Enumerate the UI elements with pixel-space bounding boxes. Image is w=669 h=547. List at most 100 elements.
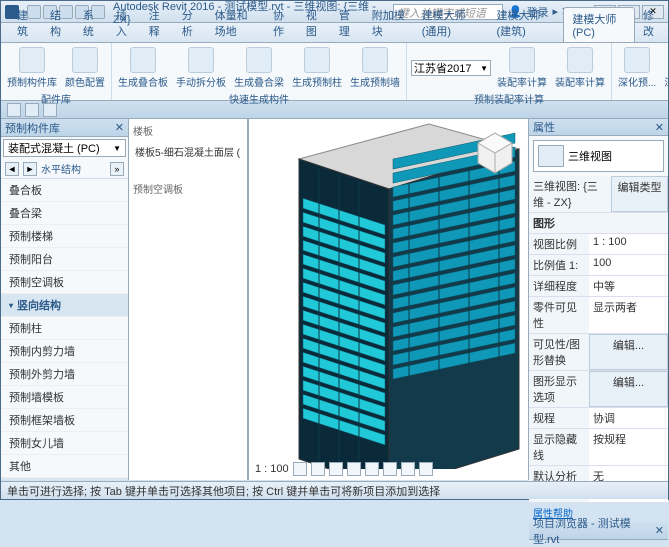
vc-lock-icon[interactable] bbox=[401, 462, 415, 476]
prop-value[interactable]: 显示两者 bbox=[589, 297, 668, 333]
tree-item[interactable]: 叠合梁 bbox=[1, 202, 128, 225]
opt-icon[interactable] bbox=[7, 103, 21, 117]
prop-value[interactable]: 按规程 bbox=[589, 429, 668, 465]
tree-item[interactable]: 预制柱 bbox=[1, 317, 128, 340]
prop-key: 详细程度 bbox=[529, 276, 589, 296]
nav-expand-icon[interactable]: » bbox=[110, 162, 124, 176]
group-label: 快速生成构件 bbox=[229, 91, 289, 106]
vc-style-icon[interactable] bbox=[311, 462, 325, 476]
prop-key: 可见性/图形替换 bbox=[529, 334, 589, 370]
tab-annotate[interactable]: 注释 bbox=[141, 4, 174, 42]
property-row: 零件可见性显示两者 bbox=[529, 297, 668, 334]
tab-structure[interactable]: 结构 bbox=[42, 4, 75, 42]
properties-header: 属性 ✕ bbox=[529, 119, 668, 136]
btn-gen-wall[interactable]: 生成预制墙 bbox=[348, 45, 402, 91]
vc-sun-icon[interactable] bbox=[329, 462, 343, 476]
property-row: 可见性/图形替换编辑... bbox=[529, 334, 668, 371]
ribbon-group-generate: 生成叠合板 手动拆分板 生成叠合梁 生成预制柱 生成预制墙 快速生成构件 bbox=[112, 43, 407, 100]
viewport[interactable]: 1 : 100 bbox=[249, 119, 528, 480]
tab-analyze[interactable]: 分析 bbox=[174, 4, 207, 42]
prop-value[interactable]: 协调 bbox=[589, 408, 668, 428]
property-row: 比例值 1:100 bbox=[529, 255, 668, 276]
panel-title: 预制构件库 bbox=[5, 120, 60, 136]
tab-massing[interactable]: 体量和场地 bbox=[207, 4, 265, 42]
tab-master-arch[interactable]: 建模大师 (建筑) bbox=[489, 4, 564, 42]
panel-close-icon[interactable]: ✕ bbox=[115, 121, 124, 134]
nav-section: ◄ ► 水平结构 » bbox=[1, 159, 128, 179]
prop-value[interactable]: 1 : 100 bbox=[589, 234, 668, 254]
btn-calc-1[interactable]: 装配率计算 bbox=[495, 45, 549, 91]
preview-item[interactable]: 楼板5-细石混凝土面层 ( bbox=[133, 142, 243, 161]
tab-modify[interactable]: 修改 bbox=[635, 4, 668, 42]
prefab-tree: 叠合板叠合梁预制楼梯预制阳台预制空调板▾竖向结构预制柱预制内剪力墙预制外剪力墙预… bbox=[1, 179, 128, 480]
btn-gen-column[interactable]: 生成预制柱 bbox=[290, 45, 344, 91]
status-bar: 单击可进行选择; 按 Tab 键并单击可选择其他项目; 按 Ctrl 键并单击可… bbox=[1, 481, 668, 499]
tab-manage[interactable]: 管理 bbox=[331, 4, 364, 42]
btn-manual-split[interactable]: 手动拆分板 bbox=[174, 45, 228, 91]
vc-crop-icon[interactable] bbox=[383, 462, 397, 476]
prop-value[interactable]: 编辑... bbox=[589, 371, 668, 407]
category-selector[interactable]: 装配式混凝土 (PC)▼ bbox=[3, 139, 126, 157]
tree-category[interactable]: ▾竖向结构 bbox=[1, 294, 128, 317]
tree-category[interactable]: ▾围护构件 bbox=[1, 478, 128, 480]
btn-gen-beam[interactable]: 生成叠合梁 bbox=[232, 45, 286, 91]
panel-title: 项目浏览器 - 测试模型.rvt bbox=[533, 515, 655, 547]
tab-insert[interactable]: 插入 bbox=[108, 4, 141, 42]
element-name[interactable]: 三维视图: {三维 - ZX} bbox=[529, 176, 611, 212]
prop-key: 零件可见性 bbox=[529, 297, 589, 333]
right-dock: 属性 ✕ 三维视图 三维视图: {三维 - ZX} 编辑类型 图形 视图比例1 … bbox=[528, 119, 668, 480]
vc-shadow-icon[interactable] bbox=[347, 462, 361, 476]
btn-detail-2[interactable]: 深化图... bbox=[662, 45, 669, 91]
btn-calc-2[interactable]: 装配率计算 bbox=[553, 45, 607, 91]
tab-master-general[interactable]: 建模大师 (通用) bbox=[414, 4, 489, 42]
btn-detail-1[interactable]: 深化预... bbox=[616, 45, 658, 91]
tree-item[interactable]: 预制墙模板 bbox=[1, 386, 128, 409]
tab-collaborate[interactable]: 协作 bbox=[265, 4, 298, 42]
vc-hide-icon[interactable] bbox=[419, 462, 433, 476]
scale-value[interactable]: 1 : 100 bbox=[255, 463, 289, 475]
tree-item[interactable]: 预制阳台 bbox=[1, 248, 128, 271]
panel-close-icon[interactable]: ✕ bbox=[655, 524, 664, 537]
tree-item[interactable]: 预制外剪力墙 bbox=[1, 363, 128, 386]
prop-key: 图形显示选项 bbox=[529, 371, 589, 407]
tab-view[interactable]: 视图 bbox=[298, 4, 331, 42]
standard-dropdown[interactable]: 江苏省2017▼ bbox=[411, 60, 491, 76]
tab-architecture[interactable]: 建筑 bbox=[9, 4, 42, 42]
tree-item[interactable]: 预制空调板 bbox=[1, 271, 128, 294]
ribbon-tab-strip: 建筑 结构 系统 插入 注释 分析 体量和场地 协作 视图 管理 附加模块 建模… bbox=[1, 23, 668, 43]
panel-close-icon[interactable]: ✕ bbox=[655, 121, 664, 134]
edit-type-button[interactable]: 编辑类型 bbox=[611, 176, 668, 212]
opt-icon[interactable] bbox=[43, 103, 57, 117]
tab-master-pc[interactable]: 建模大师 (PC) bbox=[563, 7, 635, 42]
tree-item[interactable]: 预制女儿墙 bbox=[1, 432, 128, 455]
btn-prefab-library[interactable]: 预制构件库 bbox=[5, 45, 59, 91]
tree-item[interactable]: 预制楼梯 bbox=[1, 225, 128, 248]
prop-value[interactable]: 100 bbox=[589, 255, 668, 275]
property-row: 规程协调 bbox=[529, 408, 668, 429]
vc-detail-icon[interactable] bbox=[293, 462, 307, 476]
type-selector[interactable]: 三维视图 bbox=[533, 140, 664, 172]
opt-icon[interactable] bbox=[25, 103, 39, 117]
tree-item[interactable]: 预制内剪力墙 bbox=[1, 340, 128, 363]
options-bar bbox=[1, 101, 668, 119]
view-cube[interactable] bbox=[470, 127, 520, 177]
btn-gen-slab[interactable]: 生成叠合板 bbox=[116, 45, 170, 91]
browser-header: 项目浏览器 - 测试模型.rvt ✕ bbox=[529, 522, 668, 540]
tab-addins[interactable]: 附加模块 bbox=[364, 4, 414, 42]
prop-value[interactable]: 编辑... bbox=[589, 334, 668, 370]
prop-key: 视图比例 bbox=[529, 234, 589, 254]
tab-systems[interactable]: 系统 bbox=[75, 4, 108, 42]
vc-render-icon[interactable] bbox=[365, 462, 379, 476]
ribbon-group-detail: 深化预... 深化图... 深化图... 深化图... bbox=[612, 43, 669, 100]
panel-header: 预制构件库 ✕ bbox=[1, 119, 128, 137]
nav-back-icon[interactable]: ◄ bbox=[5, 162, 19, 176]
prefab-library-panel: 预制构件库 ✕ 装配式混凝土 (PC)▼ ◄ ► 水平结构 » 叠合板叠合梁预制… bbox=[1, 119, 129, 480]
tree-item[interactable]: 预制框架墙板 bbox=[1, 409, 128, 432]
prop-value[interactable]: 中等 bbox=[589, 276, 668, 296]
tree-item[interactable]: 叠合板 bbox=[1, 179, 128, 202]
prop-key: 规程 bbox=[529, 408, 589, 428]
preview-header: 楼板 bbox=[133, 123, 243, 138]
nav-fwd-icon[interactable]: ► bbox=[23, 162, 37, 176]
tree-item[interactable]: 其他 bbox=[1, 455, 128, 478]
btn-color-config[interactable]: 颜色配置 bbox=[63, 45, 107, 91]
